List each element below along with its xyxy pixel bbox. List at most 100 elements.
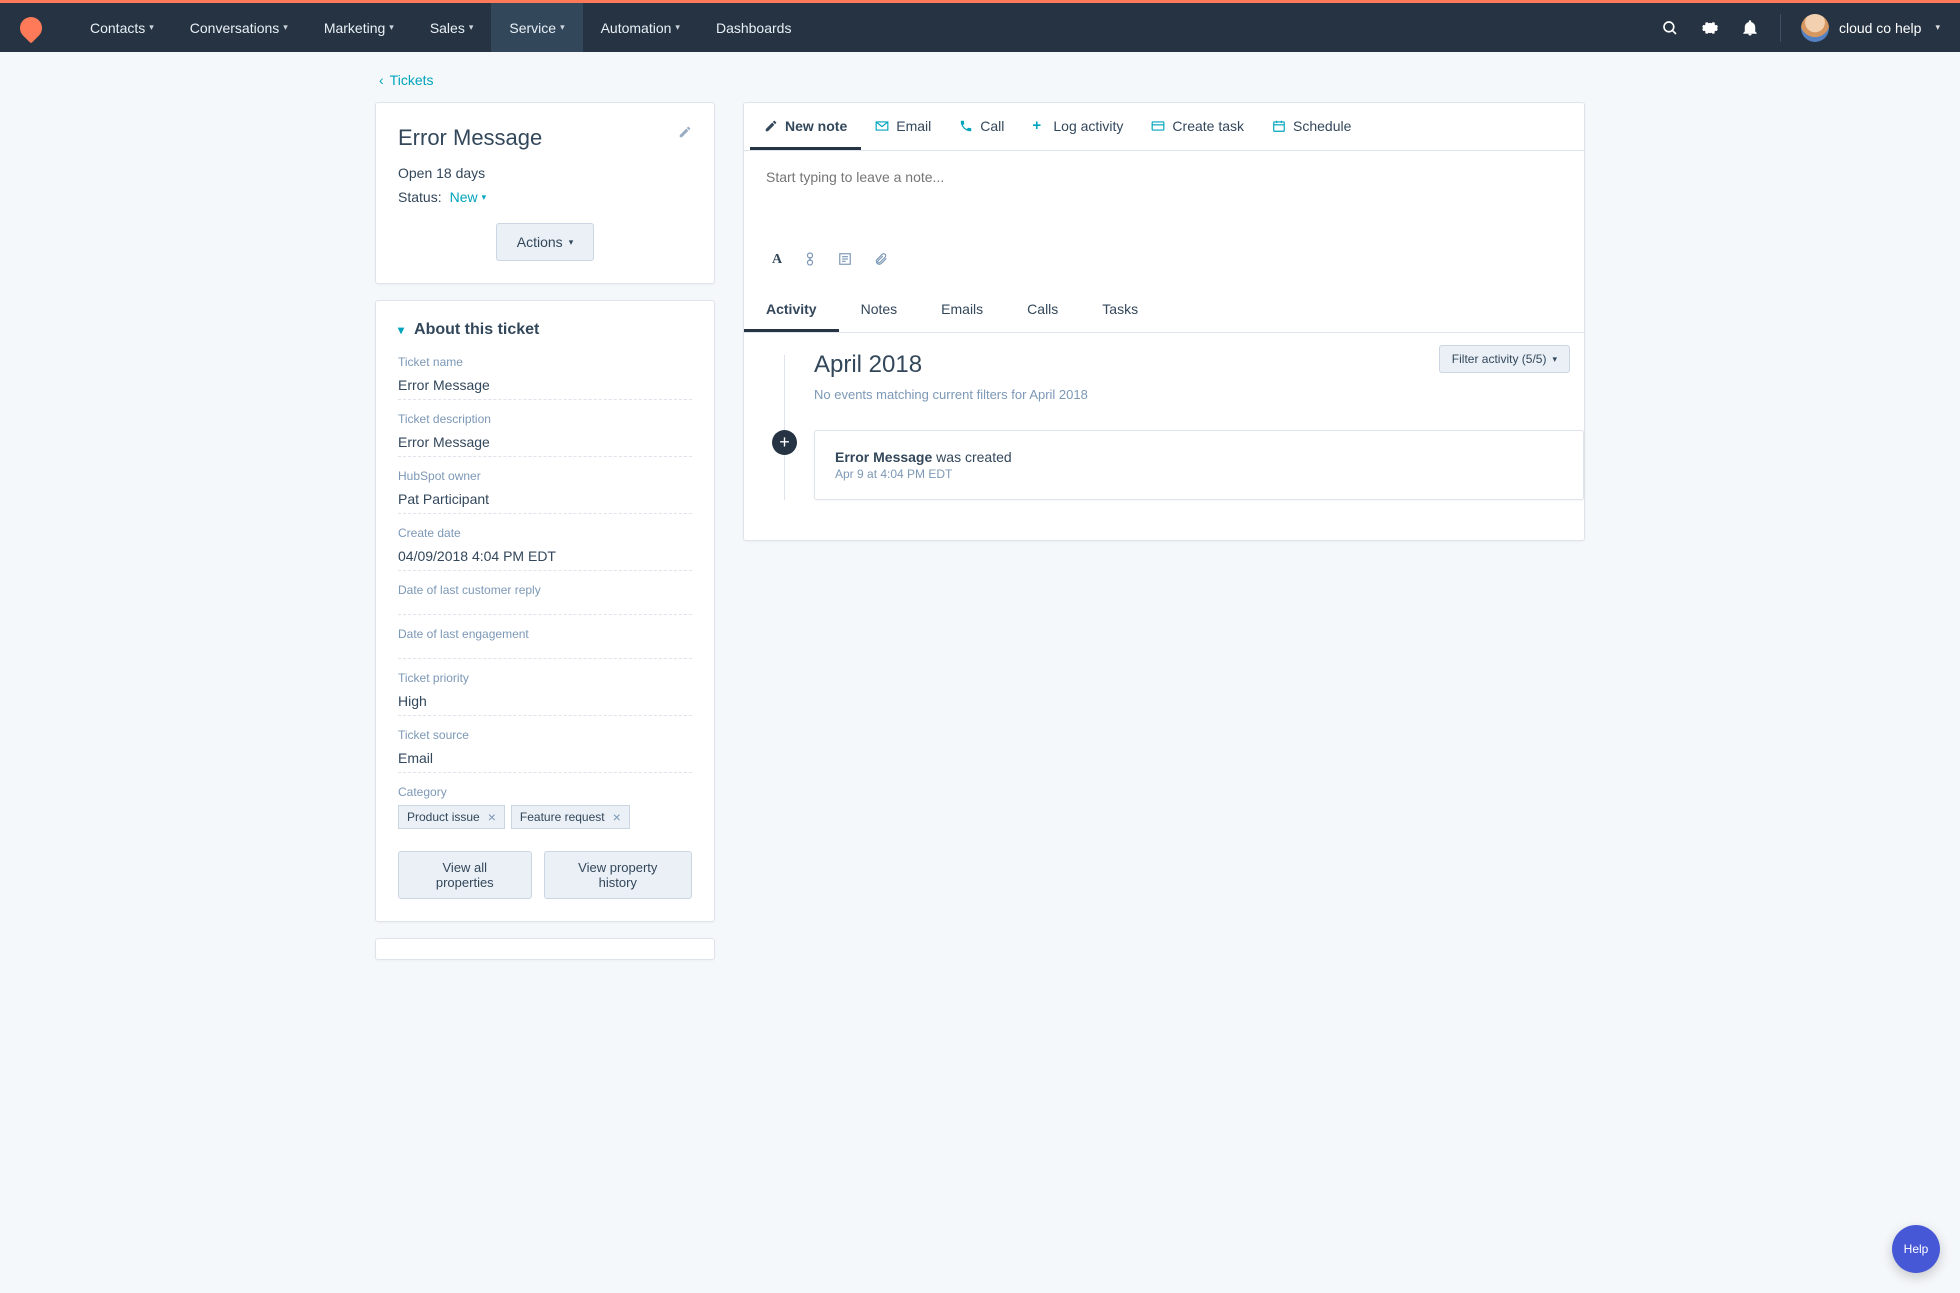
help-button[interactable]: Help [1892,1225,1940,1273]
status-dropdown[interactable]: New ▾ [450,189,487,205]
event-subject: Error Message [835,449,932,465]
pencil-icon[interactable] [678,125,692,139]
prop-value[interactable]: 04/09/2018 4:04 PM EDT [398,544,692,571]
event-card[interactable]: Error Message was created Apr 9 at 4:04 … [814,430,1584,500]
subtab-calls[interactable]: Calls [1005,288,1080,332]
gear-icon[interactable] [1700,18,1720,38]
close-icon[interactable]: × [488,810,496,824]
tab-label: New note [785,118,847,134]
prop-label: Category [398,785,692,799]
attachment-icon[interactable] [874,252,888,268]
prop-value[interactable]: Pat Participant [398,487,692,514]
chevron-down-icon: ▾ [389,22,394,33]
event-action: was created [932,449,1011,465]
ticket-header-card: Error Message Open 18 days Status: New ▾… [375,102,715,284]
prop-value[interactable]: Error Message [398,373,692,400]
prop-last-engagement: Date of last engagement [398,627,692,659]
tab-log-activity[interactable]: + Log activity [1018,103,1137,150]
subtab-notes[interactable]: Notes [839,288,920,332]
account-menu[interactable]: cloud co help ▾ [1801,14,1940,42]
prop-label: Date of last engagement [398,627,692,641]
timeline: Filter activity (5/5) ▾ April 2018 No ev… [744,333,1584,540]
chevron-left-icon: ‹ [379,72,384,88]
top-nav: Contacts▾ Conversations▾ Marketing▾ Sale… [0,3,1960,52]
tab-label: Call [980,118,1004,134]
envelope-icon [875,120,889,132]
prop-category: Category Product issue × Feature request… [398,785,692,829]
tab-call[interactable]: Call [945,103,1018,150]
nav-conversations[interactable]: Conversations▾ [172,3,306,52]
action-tabs: New note Email Call [744,103,1584,151]
nav-label: Conversations [190,20,280,36]
ticket-title: Error Message [398,125,692,151]
tab-new-note[interactable]: New note [750,103,861,150]
nav-automation[interactable]: Automation▾ [583,3,698,52]
nav-label: Contacts [90,20,145,36]
actions-label: Actions [517,234,563,250]
prop-label: Ticket priority [398,671,692,685]
chevron-down-icon: ▾ [560,22,565,33]
event-title: Error Message was created [835,449,1563,465]
status-value: New [450,189,478,205]
prop-value[interactable]: High [398,689,692,716]
close-icon[interactable]: × [613,810,621,824]
nav-contacts[interactable]: Contacts ▾ [72,3,172,52]
note-input[interactable] [766,169,1562,241]
subtab-emails[interactable]: Emails [919,288,1005,332]
bell-icon[interactable] [1740,18,1760,38]
tab-label: Create task [1172,118,1244,134]
prop-value[interactable] [398,601,692,615]
prop-label: HubSpot owner [398,469,692,483]
chevron-down-icon: ▾ [149,22,154,33]
prop-value[interactable]: Email [398,746,692,773]
subtab-tasks[interactable]: Tasks [1080,288,1160,332]
task-icon [1151,120,1165,132]
tab-email[interactable]: Email [861,103,945,150]
tab-create-task[interactable]: Create task [1137,103,1258,150]
prop-priority: Ticket priority High [398,671,692,716]
calendar-icon [1272,119,1286,133]
status-row: Status: New ▾ [398,189,692,205]
note-icon [764,119,778,133]
chevron-down-icon: ▾ [675,22,680,33]
text-format-icon[interactable]: A [772,252,782,268]
chevron-down-icon: ▾ [569,237,574,248]
prop-value[interactable]: Error Message [398,430,692,457]
nav-label: Service [509,20,556,36]
actions-button[interactable]: Actions ▾ [496,223,594,261]
about-heading: About this ticket [414,321,539,339]
tab-label: Schedule [1293,118,1351,134]
prop-label: Ticket source [398,728,692,742]
back-link[interactable]: ‹ Tickets [379,72,1585,88]
hubspot-logo-icon[interactable] [15,12,46,43]
prop-value[interactable] [398,645,692,659]
subtab-activity[interactable]: Activity [744,288,839,332]
nav-dashboards[interactable]: Dashboards [698,3,810,52]
snippet-icon[interactable] [838,252,852,268]
activity-card: New note Email Call [743,102,1585,541]
view-all-properties-button[interactable]: View all properties [398,851,532,899]
view-property-history-button[interactable]: View property history [544,851,692,899]
nav-label: Marketing [324,20,385,36]
chevron-down-icon: ▾ [398,323,404,337]
prop-last-reply: Date of last customer reply [398,583,692,615]
note-editor [744,151,1584,244]
category-tag: Feature request × [511,805,630,829]
nav-sales[interactable]: Sales▾ [412,3,492,52]
tag-label: Product issue [407,810,480,824]
nav-marketing[interactable]: Marketing ▾ [306,3,412,52]
tab-schedule[interactable]: Schedule [1258,103,1365,150]
avatar [1801,14,1829,42]
nav-service[interactable]: Service ▾ [491,3,582,52]
collapsed-card[interactable] [375,938,715,960]
nav-label: Dashboards [716,20,792,36]
chevron-down-icon: ▾ [469,22,474,33]
prop-owner: HubSpot owner Pat Participant [398,469,692,514]
search-icon[interactable] [1660,18,1680,38]
prop-ticket-name: Ticket name Error Message [398,355,692,400]
chevron-down-icon: ▾ [1935,22,1940,33]
account-label: cloud co help [1839,20,1922,36]
link-icon[interactable] [804,252,816,268]
plus-icon[interactable]: + [772,430,797,455]
about-toggle[interactable]: ▾ About this ticket [398,321,692,339]
